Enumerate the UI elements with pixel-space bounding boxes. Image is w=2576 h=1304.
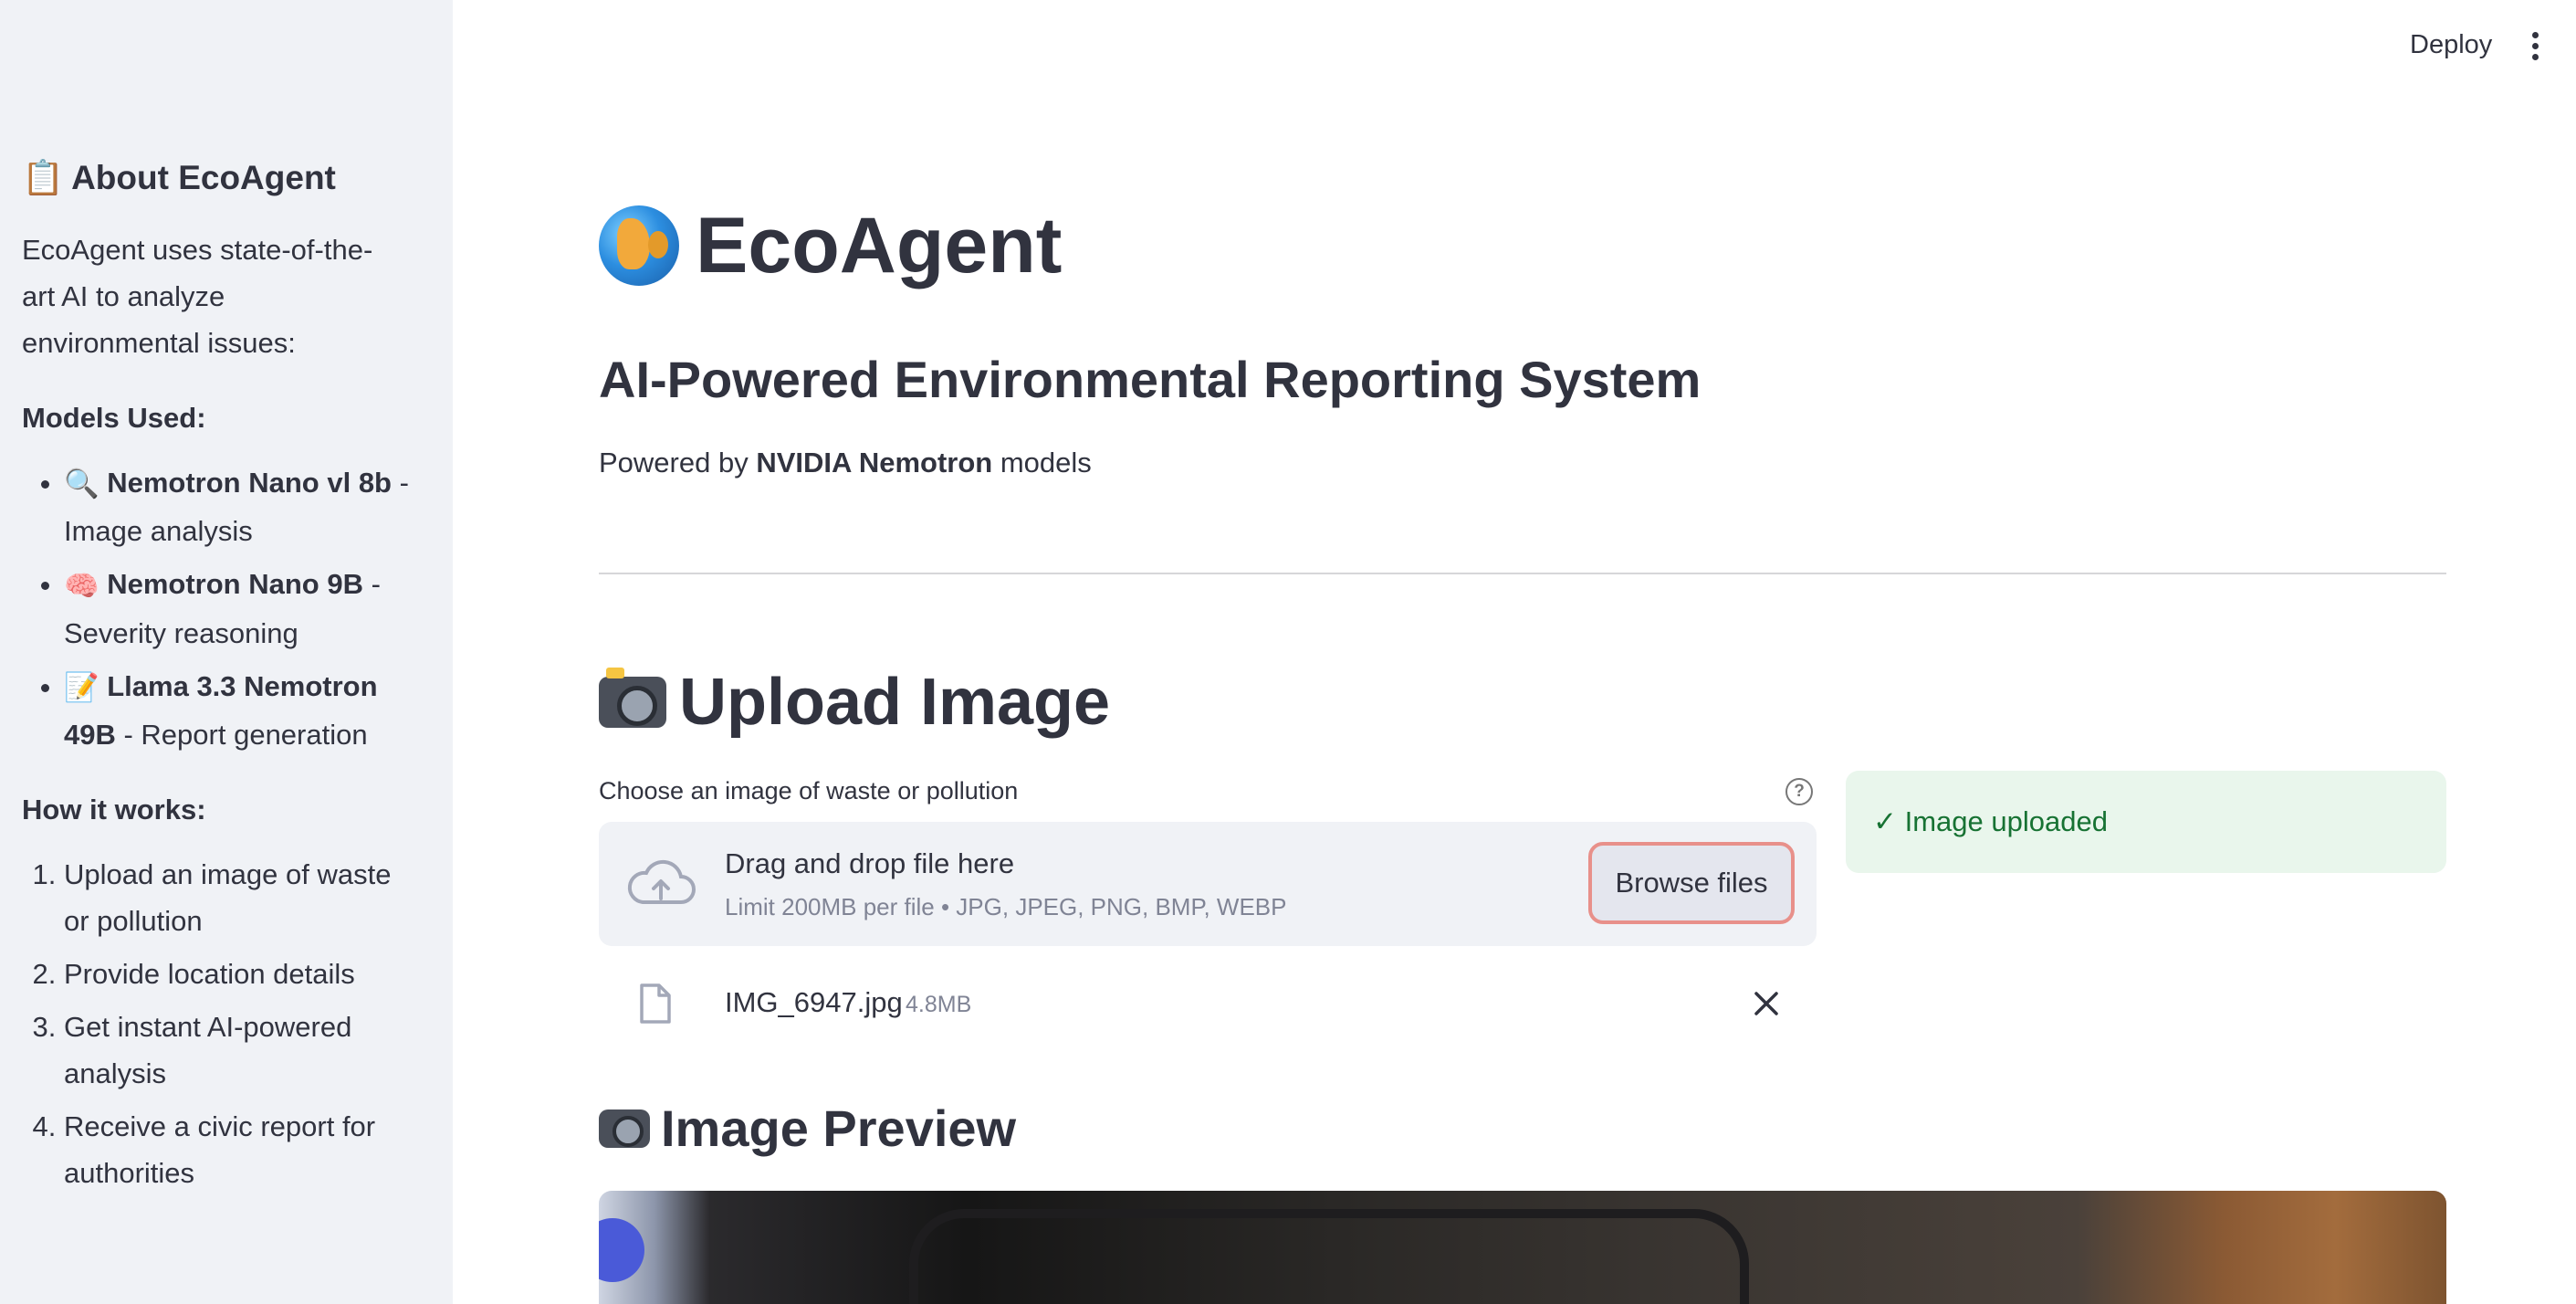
powered-suffix: models [992,447,1092,478]
camera-flash-icon [599,668,666,728]
clipboard-icon: 📋 [22,158,65,197]
file-dropzone[interactable]: Drag and drop file here Limit 200MB per … [599,822,1817,946]
step-item: Provide location details [64,951,411,997]
upload-heading: Upload Image [599,661,1110,743]
model-name: Nemotron Nano 9B [107,568,363,601]
camera-icon [599,1109,650,1148]
model-item: 🔍 Nemotron Nano vl 8b - Image analysis [64,459,411,554]
step-item: Upload an image of waste or pollution [64,851,411,944]
image-preview [599,1191,2446,1304]
model-item: 📝 Llama 3.3 Nemotron 49B - Report genera… [64,663,411,758]
browse-files-button[interactable]: Browse files [1588,842,1795,924]
sidebar-title: 📋 About EcoAgent [22,155,411,201]
step-item: Receive a civic report for authorities [64,1103,411,1196]
upload-success-alert: ✓ Image uploaded [1846,771,2446,873]
cloud-upload-icon [627,859,696,904]
preview-heading: Image Preview [599,1092,1016,1165]
sidebar: 📋 About EcoAgent EcoAgent uses state-of-… [0,0,453,1304]
steps-list: Upload an image of waste or pollution Pr… [22,851,411,1196]
models-heading: Models Used: [22,402,206,434]
powered-by-text: Powered by NVIDIA Nemotron models [599,440,1092,486]
deploy-button[interactable]: Deploy [2392,24,2510,66]
how-heading: How it works: [22,793,206,826]
uploaded-file-row: IMG_6947.jpg 4.8MB [599,968,1817,1041]
section-divider [599,573,2446,574]
page-subtitle: AI-Powered Environmental Reporting Syste… [599,351,1702,408]
sidebar-intro: EcoAgent uses state-of-the-art AI to ana… [22,234,373,359]
sidebar-title-text: About EcoAgent [71,159,336,196]
step-item: Get instant AI-powered analysis [64,1004,411,1097]
more-menu-icon[interactable] [2521,26,2549,66]
globe-icon [599,205,679,286]
file-name: IMG_6947.jpg [725,986,903,1018]
magnifier-icon: 🔍 [64,468,99,501]
app-root: 📋 About EcoAgent EcoAgent uses state-of-… [0,0,2576,1304]
file-size: 4.8MB [906,992,972,1017]
file-icon [640,983,671,1024]
model-name: Nemotron Nano vl 8b [107,467,392,499]
model-desc: - Report generation [115,718,368,751]
page-title-text: EcoAgent [696,202,1063,289]
dropzone-limit: Limit 200MB per file • JPG, JPEG, PNG, B… [725,893,1287,920]
memo-icon: 📝 [64,670,99,704]
model-item: 🧠 Nemotron Nano 9B - Severity reasoning [64,561,411,656]
preview-heading-text: Image Preview [661,1099,1017,1157]
dropzone-title: Drag and drop file here [725,847,1015,879]
powered-brand: NVIDIA Nemotron [756,447,993,478]
uploader-label: Choose an image of waste or pollution [599,777,1019,804]
help-icon[interactable]: ? [1785,778,1813,805]
brain-icon: 🧠 [64,569,99,603]
upload-heading-text: Upload Image [679,666,1111,739]
powered-prefix: Powered by [599,447,757,478]
page-title: EcoAgent [599,195,1062,296]
models-list: 🔍 Nemotron Nano vl 8b - Image analysis 🧠… [22,459,411,758]
remove-file-icon[interactable] [1751,988,1782,1019]
